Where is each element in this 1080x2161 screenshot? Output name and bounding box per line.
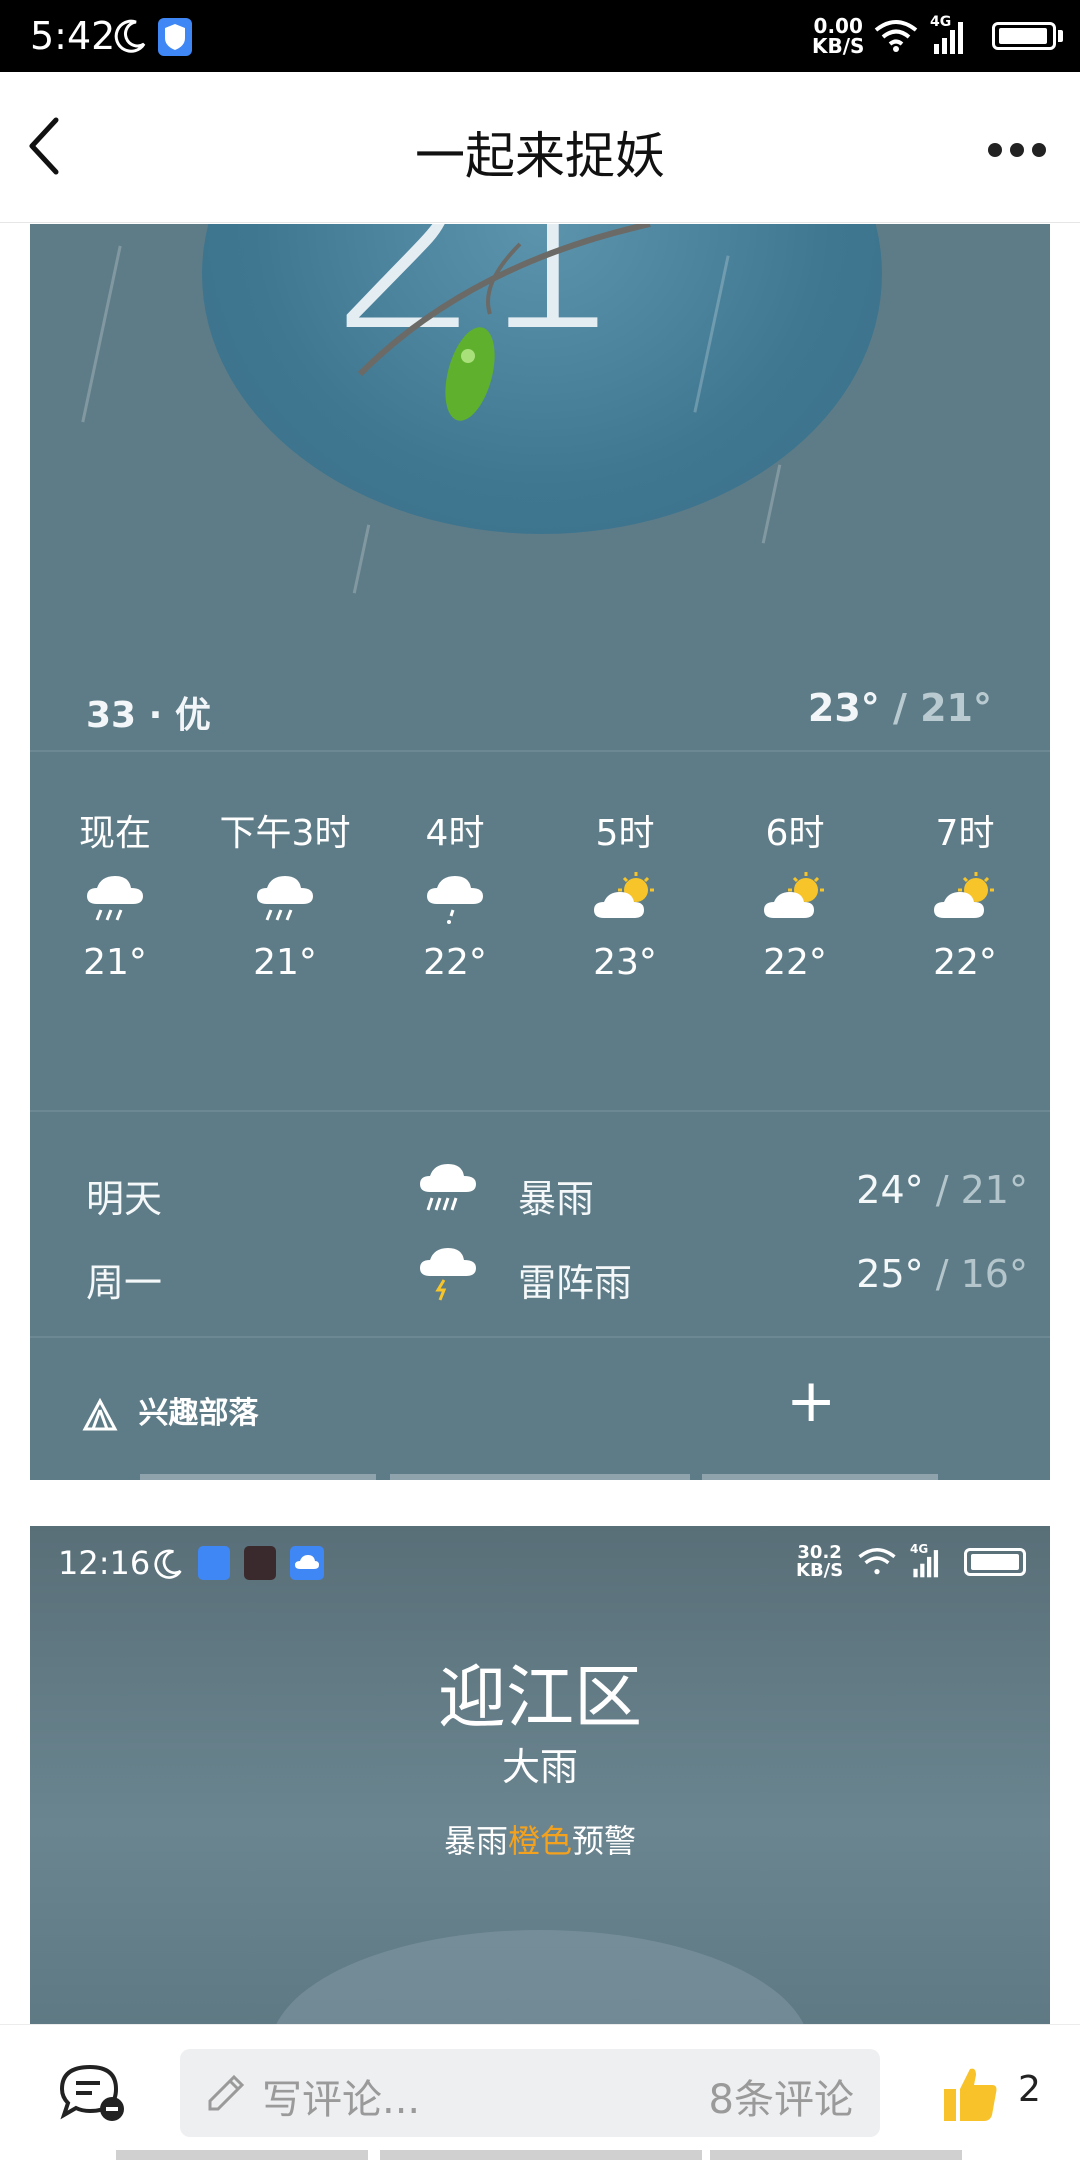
battery-icon xyxy=(964,1548,1026,1576)
partly-cloudy-icon xyxy=(540,856,710,942)
rain-icon xyxy=(30,856,200,942)
comment-icon[interactable] xyxy=(56,2061,128,2127)
daily-row: 周一 雷阵雨 25° / 16° xyxy=(86,1248,1028,1332)
battery-icon xyxy=(992,22,1056,50)
hourly-item: 4时 22° xyxy=(370,804,540,983)
comment-input[interactable]: 写评论... 8条评论 xyxy=(180,2049,880,2137)
like-count: 2 xyxy=(1018,2069,1041,2110)
signal-icon: 4G xyxy=(910,1542,944,1586)
hourly-item: 6时 22° xyxy=(710,804,880,983)
bottom-comment-bar: 写评论... 8条评论 2 xyxy=(0,2024,1080,2161)
interest-tribe-link[interactable]: 兴趣部落 xyxy=(82,1388,258,1432)
weather-illustration xyxy=(270,1930,810,2026)
partly-cloudy-icon xyxy=(880,856,1050,942)
status-time: 5:42 xyxy=(30,14,116,58)
tent-icon xyxy=(82,1397,118,1430)
hourly-item: 5时 23° xyxy=(540,804,710,983)
shield-icon xyxy=(158,18,192,56)
app-icon xyxy=(244,1546,276,1580)
wifi-icon xyxy=(874,20,918,52)
moon-icon xyxy=(154,1549,182,1579)
comment-count[interactable]: 8条评论 xyxy=(709,2067,854,2125)
page-title: 一起来捉妖 xyxy=(415,127,665,185)
status-bar: 5:42 0.00 KB/S 4G xyxy=(0,0,1080,72)
add-button[interactable]: + xyxy=(786,1366,836,1436)
partly-cloudy-icon xyxy=(710,856,880,942)
hourly-item: 现在 21° xyxy=(30,804,200,983)
weather-screenshot-card-2[interactable]: 12:16 30.2 KB/S 4G 迎江区 大雨 暴雨橙色预警 xyxy=(30,1526,1050,2026)
today-temp-range: 23° / 21° xyxy=(807,686,992,730)
rain-icon xyxy=(200,856,370,942)
wifi-icon xyxy=(858,1548,896,1575)
pencil-icon xyxy=(208,2074,245,2111)
shield-icon xyxy=(198,1546,230,1580)
weather-condition: 大雨 xyxy=(501,1745,578,1789)
daily-row: 明天 暴雨 24° / 21° xyxy=(86,1164,1028,1248)
moon-icon xyxy=(114,19,146,53)
hourly-item: 7时 22° xyxy=(880,804,1050,983)
thunder-shower-icon xyxy=(416,1242,480,1315)
drizzle-icon xyxy=(370,856,540,942)
thumbs-up-icon[interactable] xyxy=(938,2061,1002,2125)
comment-placeholder: 写评论... xyxy=(262,2077,421,2123)
hourly-item: 下午3时 21° xyxy=(200,804,370,983)
more-icon[interactable] xyxy=(988,142,1054,161)
tribe-label: 兴趣部落 xyxy=(138,1396,259,1431)
weather-screenshot-card[interactable]: 21 33 · 优 23° / 21° 现在 21° 下午3时 21° 4时 2… xyxy=(30,224,1050,1480)
card2-net-speed: 30.2 KB/S xyxy=(796,1542,844,1581)
nav-bar: 一起来捉妖 xyxy=(0,72,1080,223)
weather-warning: 暴雨橙色预警 xyxy=(443,1822,637,1860)
card2-status-time: 12:16 xyxy=(58,1544,151,1582)
heavy-rain-icon xyxy=(416,1158,480,1231)
cloud-app-icon xyxy=(290,1546,324,1580)
net-speed: 0.00 KB/S xyxy=(812,14,865,58)
air-quality: 33 · 优 xyxy=(86,695,211,736)
branch-leaf-icon xyxy=(357,224,651,421)
city-name: 迎江区 xyxy=(437,1659,642,1738)
